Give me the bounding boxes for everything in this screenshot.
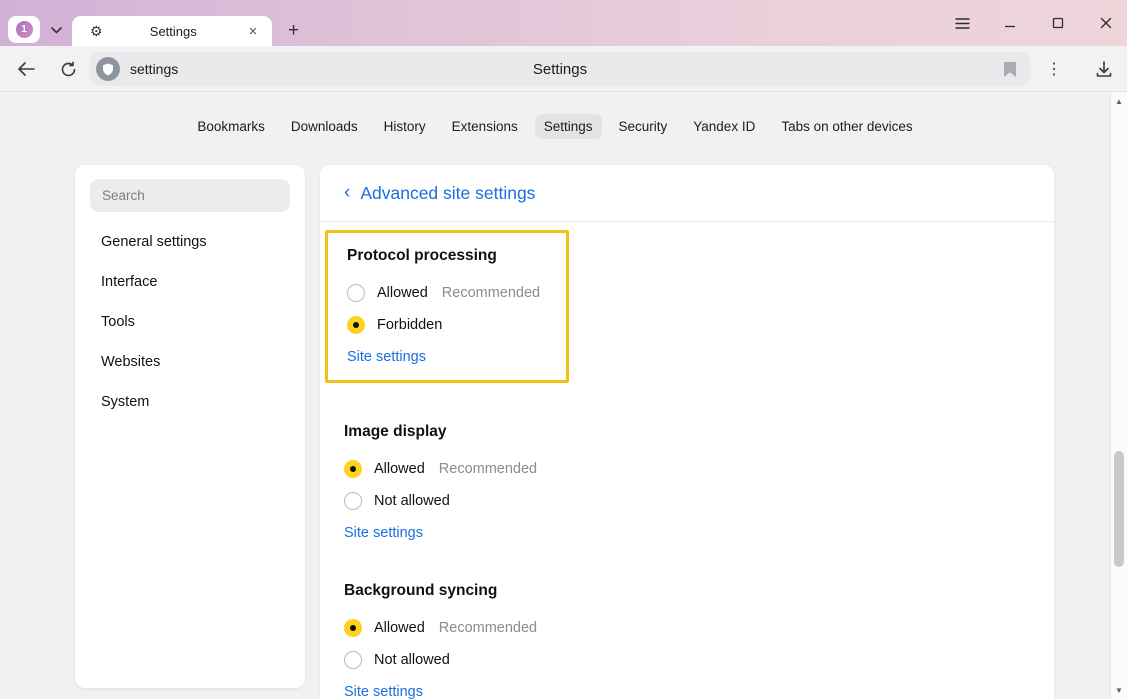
radio-icon[interactable] — [344, 492, 362, 510]
scrollbar-thumb[interactable] — [1114, 451, 1124, 567]
section-protocol-processing: Protocol processing Allowed Recommended … — [325, 230, 569, 383]
nav-item-yandex-id[interactable]: Yandex ID — [684, 114, 764, 139]
section-title: Background syncing — [344, 582, 1030, 600]
settings-sections: Protocol processing Allowed Recommended … — [320, 230, 1054, 699]
sidebar-search — [90, 179, 290, 212]
nav-item-history[interactable]: History — [375, 114, 435, 139]
section-title: Protocol processing — [347, 247, 542, 265]
option-label: Allowed — [374, 620, 425, 636]
nav-item-security[interactable]: Security — [610, 114, 677, 139]
radio-option-allowed[interactable]: Allowed Recommended — [344, 612, 1030, 644]
sidebar-item-interface[interactable]: Interface — [75, 266, 305, 298]
option-label: Allowed — [374, 461, 425, 477]
maximize-button[interactable] — [1047, 12, 1069, 34]
nav-item-extensions[interactable]: Extensions — [443, 114, 527, 139]
back-button[interactable] — [12, 55, 40, 83]
browser-window: 1 ⚙ Settings × + — [0, 0, 1127, 699]
radio-option-allowed[interactable]: Allowed Recommended — [347, 277, 542, 309]
browser-menu-icon[interactable] — [951, 12, 973, 34]
tab-group-badge: 1 — [15, 20, 34, 39]
option-label: Forbidden — [377, 317, 442, 333]
option-label: Not allowed — [374, 493, 450, 509]
nav-item-tabs-other-devices[interactable]: Tabs on other devices — [772, 114, 921, 139]
radio-option-not-allowed[interactable]: Not allowed — [344, 644, 1030, 676]
downloads-icon[interactable] — [1090, 55, 1118, 83]
minimize-button[interactable] — [999, 12, 1021, 34]
tab-list-chevron-down-icon[interactable] — [44, 18, 68, 42]
settings-gear-icon: ⚙ — [90, 23, 103, 40]
sidebar-item-websites[interactable]: Websites — [75, 346, 305, 378]
nav-item-settings[interactable]: Settings — [535, 114, 602, 139]
refresh-button[interactable] — [54, 55, 82, 83]
radio-option-forbidden[interactable]: Forbidden — [347, 309, 542, 341]
section-title: Image display — [344, 423, 1030, 441]
browser-toolbar: settings Settings ⋮ — [0, 46, 1127, 92]
url-text: settings — [130, 61, 178, 77]
site-settings-link[interactable]: Site settings — [344, 525, 423, 541]
active-tab[interactable]: ⚙ Settings × — [72, 16, 272, 46]
radio-icon[interactable] — [347, 284, 365, 302]
sidebar-list: General settings Interface Tools Website… — [75, 226, 305, 418]
sidebar-item-system[interactable]: System — [75, 386, 305, 418]
option-label: Not allowed — [374, 652, 450, 668]
option-note: Recommended — [439, 461, 537, 477]
window-titlebar: 1 ⚙ Settings × + — [0, 0, 1127, 46]
section-background-syncing: Background syncing Allowed Recommended N… — [344, 582, 1030, 699]
advanced-site-settings-header[interactable]: ‹ Advanced site settings — [320, 165, 1054, 222]
nav-item-bookmarks[interactable]: Bookmarks — [188, 114, 274, 139]
tab-close-icon[interactable]: × — [244, 22, 262, 40]
back-chevron-icon[interactable]: ‹ — [344, 183, 350, 202]
bookmark-icon[interactable] — [998, 57, 1022, 81]
radio-icon[interactable] — [344, 651, 362, 669]
settings-nav: Bookmarks Downloads History Extensions S… — [0, 114, 1110, 139]
option-note: Recommended — [439, 620, 537, 636]
radio-icon[interactable] — [347, 316, 365, 334]
settings-main-panel: ‹ Advanced site settings Protocol proces… — [320, 165, 1054, 699]
address-bar[interactable]: settings Settings — [90, 52, 1030, 86]
search-input[interactable] — [90, 179, 290, 212]
site-settings-link[interactable]: Site settings — [347, 349, 426, 365]
scroll-up-icon[interactable]: ▲ — [1111, 94, 1127, 108]
option-label: Allowed — [377, 285, 428, 301]
option-note: Recommended — [442, 285, 540, 301]
sidebar-item-general-settings[interactable]: General settings — [75, 226, 305, 258]
sidebar-item-tools[interactable]: Tools — [75, 306, 305, 338]
page-scrollbar[interactable]: ▲ ▼ — [1110, 92, 1127, 699]
radio-icon[interactable] — [344, 460, 362, 478]
address-bar-page-title: Settings — [90, 61, 1030, 78]
radio-icon[interactable] — [344, 619, 362, 637]
window-controls — [951, 0, 1117, 46]
close-window-button[interactable] — [1095, 12, 1117, 34]
section-image-display: Image display Allowed Recommended Not al… — [344, 423, 1030, 542]
settings-sidebar: General settings Interface Tools Website… — [75, 165, 305, 688]
scroll-down-icon[interactable]: ▼ — [1111, 683, 1127, 697]
tab-group-button[interactable]: 1 — [8, 16, 40, 43]
new-tab-button[interactable]: + — [281, 18, 306, 43]
tab-title: Settings — [103, 24, 244, 39]
radio-option-not-allowed[interactable]: Not allowed — [344, 485, 1030, 517]
radio-option-allowed[interactable]: Allowed Recommended — [344, 453, 1030, 485]
nav-item-downloads[interactable]: Downloads — [282, 114, 367, 139]
site-settings-link[interactable]: Site settings — [344, 684, 423, 699]
more-options-icon[interactable]: ⋮ — [1042, 55, 1066, 83]
page-title: Advanced site settings — [360, 183, 535, 204]
site-protection-badge-icon[interactable] — [96, 57, 120, 81]
